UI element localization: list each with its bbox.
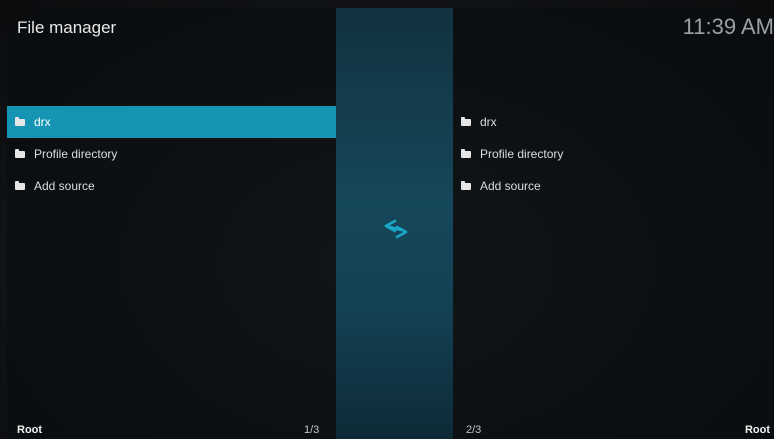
right-footer-path: Root bbox=[744, 424, 770, 436]
file-manager-screen: File manager 11:39 AM drx Profile direct… bbox=[0, 0, 774, 439]
left-file-list: drx Profile directory Add source bbox=[7, 106, 336, 202]
folder-icon bbox=[15, 181, 25, 190]
left-list-item-add-source[interactable]: Add source bbox=[7, 170, 336, 202]
list-item-label: Profile directory bbox=[34, 147, 118, 161]
list-item-label: drx bbox=[34, 115, 51, 129]
folder-icon bbox=[461, 181, 471, 190]
right-list-item-drx[interactable]: drx bbox=[453, 106, 774, 138]
folder-icon bbox=[461, 149, 471, 158]
swap-arrows-icon[interactable] bbox=[382, 217, 410, 241]
left-footer-count: 1/3 bbox=[304, 424, 320, 436]
right-footer-count: 2/3 bbox=[466, 424, 482, 436]
list-item-label: Add source bbox=[34, 179, 95, 193]
folder-icon bbox=[15, 117, 25, 126]
right-list-item-add-source[interactable]: Add source bbox=[453, 170, 774, 202]
clock: 11:39 AM bbox=[682, 14, 774, 39]
right-file-list: drx Profile directory Add source bbox=[453, 106, 774, 202]
folder-icon bbox=[461, 117, 471, 126]
left-footer-path: Root bbox=[17, 424, 43, 436]
left-list-item-profile-directory[interactable]: Profile directory bbox=[7, 138, 336, 170]
right-pane bbox=[453, 8, 774, 439]
list-item-label: drx bbox=[480, 115, 497, 129]
page-title: File manager bbox=[17, 18, 117, 37]
list-item-label: Profile directory bbox=[480, 147, 564, 161]
right-list-item-profile-directory[interactable]: Profile directory bbox=[453, 138, 774, 170]
list-item-label: Add source bbox=[480, 179, 541, 193]
left-list-item-drx[interactable]: drx bbox=[7, 106, 336, 138]
folder-icon bbox=[15, 149, 25, 158]
left-pane bbox=[7, 8, 336, 439]
